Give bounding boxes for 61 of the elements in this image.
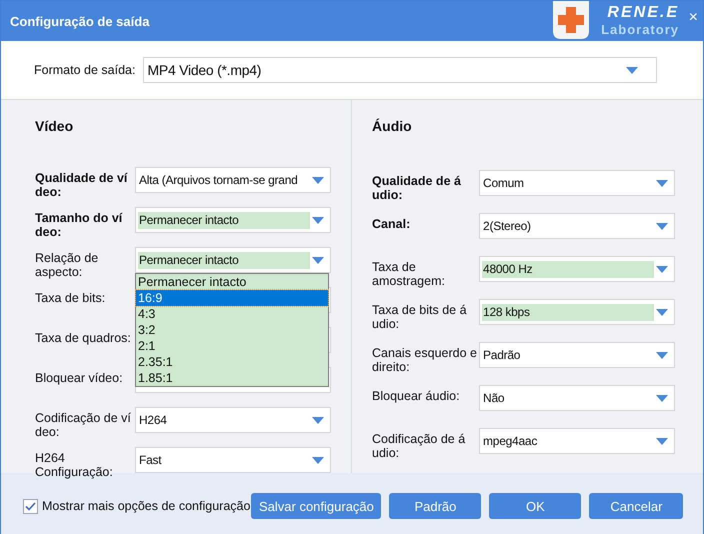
dropdown[interactable]: Alta (Arquivos tornam-se grand	[135, 167, 331, 193]
dropdown[interactable]: Não	[479, 385, 676, 411]
caret-icon	[656, 180, 668, 186]
dropdown[interactable]: 48000 Hz	[479, 256, 676, 282]
dropdown-option[interactable]: 4:3	[136, 306, 328, 322]
caret-icon	[312, 256, 324, 264]
caret-icon	[656, 266, 668, 272]
dialog-button[interactable]: Salvar configuração	[251, 493, 382, 519]
field-label: Qualidade de á udio:	[372, 173, 462, 202]
field-label: Codificação de ví deo:	[35, 410, 132, 439]
caret-icon	[656, 438, 668, 444]
dropdown[interactable]: Permanecer intacto	[135, 207, 331, 233]
dropdown[interactable]: H264	[135, 407, 331, 433]
dropdown-option[interactable]: Permanecer intacto	[136, 274, 328, 290]
dropdown-option[interactable]: 3:2	[136, 322, 328, 338]
caret-icon	[312, 176, 324, 184]
dropdown[interactable]: Padrão	[479, 342, 676, 368]
more-options-checkbox[interactable]: Mostrar mais opções de configuração	[23, 498, 250, 514]
caret-icon	[656, 308, 668, 316]
caret-icon	[312, 456, 324, 464]
field-label: Taxa de bits de á udio:	[372, 302, 468, 331]
dropdown[interactable]: MP4 Video (*.mp4)	[143, 57, 658, 83]
window-title: Configuração de saída	[10, 14, 150, 28]
dropdown-option[interactable]: 1.85:1	[136, 370, 328, 386]
caret-icon	[312, 216, 324, 224]
field-label: Taxa de amostragem:	[372, 259, 446, 288]
section-heading: Áudio	[372, 118, 413, 134]
caret-icon	[656, 394, 668, 402]
dropdown[interactable]: 2(Stereo)	[479, 213, 676, 239]
field-label: Canal:	[372, 216, 412, 231]
field-label: Canais esquerdo e direito:	[372, 345, 478, 374]
dropdown-option[interactable]: 2.35:1	[136, 354, 328, 370]
field-label: Relação de aspecto:	[35, 250, 100, 279]
field-label: Bloquear áudio:	[372, 388, 461, 403]
close-button[interactable]: ×	[688, 10, 698, 26]
dialog-button[interactable]: OK	[489, 493, 582, 519]
field-label: Taxa de bits:	[35, 290, 106, 305]
dialog-button[interactable]: Cancelar	[589, 493, 684, 519]
dialog-button[interactable]: Padrão	[389, 493, 482, 519]
dropdown[interactable]: Fast	[135, 447, 331, 473]
caret-icon	[312, 416, 324, 424]
field-label: Formato de saída:	[34, 63, 136, 77]
checkmark-icon	[25, 502, 36, 510]
dropdown[interactable]: Comum	[479, 170, 676, 196]
field-label: Bloquear vídeo:	[35, 370, 124, 385]
field-label: Codificação de á udio:	[372, 431, 466, 460]
dropdown[interactable]: 128 kbps	[479, 299, 676, 325]
section-heading: Vídeo	[35, 118, 74, 134]
field-label: Taxa de quadros:	[35, 330, 132, 345]
field-label: Tamanho do ví deo:	[35, 210, 124, 239]
dropdown-option[interactable]: 16:9	[136, 290, 328, 306]
logo-subtitle: Laboratory	[601, 22, 679, 37]
logo-text: RENE.E	[607, 4, 679, 22]
field-label: Qualidade de ví deo:	[35, 170, 128, 199]
dropdown[interactable]: Permanecer intacto	[135, 247, 331, 273]
field-label: H264 Configuração:	[35, 450, 114, 479]
dropdown[interactable]: mpeg4aac	[479, 428, 676, 454]
caret-icon	[656, 352, 668, 358]
caret-icon	[656, 222, 668, 230]
dropdown-option[interactable]: 2:1	[136, 338, 328, 354]
caret-icon	[626, 66, 638, 74]
